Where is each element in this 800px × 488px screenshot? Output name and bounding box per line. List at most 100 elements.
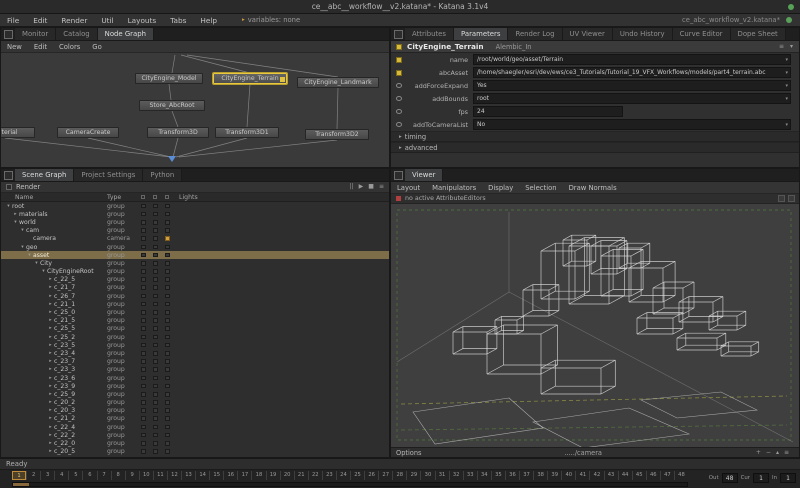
scenegraph-row-c-23-9[interactable]: ▸c_23_9group (1, 382, 389, 390)
row-toggle-icon[interactable] (141, 359, 146, 364)
hamburger-menu-icon[interactable]: ≡ (778, 42, 785, 52)
expander-icon[interactable]: ▾ (26, 253, 33, 258)
row-toggle-icon[interactable] (141, 212, 146, 217)
scenegraph-row-c-23-4[interactable]: ▸c_23_4group (1, 349, 389, 357)
expander-icon[interactable]: ▾ (40, 269, 47, 274)
zoom-out-icon[interactable]: − (765, 448, 772, 458)
node-graph-menu-new[interactable]: New (1, 41, 28, 53)
row-toggle-icon[interactable] (165, 416, 170, 421)
scenegraph-row-c-26-7[interactable]: ▸c_26_7group (1, 292, 389, 300)
frame-tick-25[interactable]: 25 (350, 471, 364, 480)
scenegraph-row-cityengineroot[interactable]: ▾CityEngineRootgroup (1, 268, 389, 276)
param-group-timing[interactable]: ▸timing (391, 131, 799, 142)
frame-tick-24[interactable]: 24 (336, 471, 350, 480)
param-state-icon[interactable] (396, 57, 402, 63)
column-name[interactable]: Name (15, 194, 33, 201)
viewer-menu-display[interactable]: Display (482, 182, 519, 194)
row-toggle-icon[interactable] (153, 359, 158, 364)
frame-tick-35[interactable]: 35 (491, 471, 505, 480)
node-store-abcroot[interactable]: Store_AbcRoot (139, 100, 205, 111)
expander-icon[interactable]: ▸ (47, 384, 54, 389)
viewer-menu-draw-normals[interactable]: Draw Normals (563, 182, 623, 194)
row-toggle-icon[interactable] (141, 343, 146, 348)
row-toggle-icon[interactable] (153, 228, 158, 233)
scenegraph-row-c-21-2[interactable]: ▸c_21_2group (1, 415, 389, 423)
scenegraph-row-c-20-2[interactable]: ▸c_20_2group (1, 399, 389, 407)
frame-tick-26[interactable]: 26 (364, 471, 378, 480)
expander-icon[interactable]: ▸ (47, 343, 54, 348)
tab-curve-editor[interactable]: Curve Editor (673, 28, 731, 40)
frame-tick-39[interactable]: 39 (547, 471, 561, 480)
node-graph-menu-go[interactable]: Go (86, 41, 107, 53)
node-transform3d[interactable]: Transform3D (147, 127, 209, 138)
row-toggle-icon[interactable] (165, 269, 170, 274)
scenegraph-row-city[interactable]: ▾Citygroup (1, 259, 389, 267)
dropdown-arrow-icon[interactable]: ▾ (785, 121, 788, 130)
row-toggle-icon[interactable] (141, 433, 146, 438)
row-toggle-icon[interactable] (153, 392, 158, 397)
tab-parameters[interactable]: Parameters (454, 28, 508, 40)
parameters-panel-menu-icon[interactable] (391, 28, 405, 40)
node-graph-canvas[interactable]: CityEngine_Model CityEngine_Terrain CityEn… (1, 53, 389, 167)
stop-icon[interactable]: ■ (367, 182, 375, 192)
app-menu-render[interactable]: Render (54, 14, 94, 27)
row-toggle-icon[interactable] (165, 376, 170, 381)
scenegraph-row-c-23-5[interactable]: ▸c_23_5group (1, 341, 389, 349)
row-toggle-icon[interactable] (153, 204, 158, 209)
scenegraph-row-c-23-6[interactable]: ▸c_23_6group (1, 374, 389, 382)
row-toggle-icon[interactable] (153, 416, 158, 421)
row-toggle-icon[interactable] (141, 416, 146, 421)
row-toggle-icon[interactable] (153, 277, 158, 282)
viewer-panel-menu-icon[interactable] (391, 169, 405, 181)
scenegraph-row-world[interactable]: ▾worldgroup (1, 218, 389, 226)
param-value-abcasset[interactable]: /home/shaegler/esri/dev/ews/ce3_Tutorial… (473, 67, 791, 78)
frame-tick-47[interactable]: 47 (660, 471, 674, 480)
row-toggle-icon[interactable] (153, 269, 158, 274)
frame-tick-23[interactable]: 23 (322, 471, 336, 480)
row-toggle-icon[interactable] (165, 318, 170, 323)
row-toggle-icon[interactable] (141, 367, 146, 372)
row-toggle-icon[interactable] (165, 285, 170, 290)
frame-tick-30[interactable]: 30 (420, 471, 434, 480)
variables-indicator[interactable]: ▸ variables: none (242, 16, 300, 24)
column-proxy-icon[interactable] (165, 195, 169, 199)
node-material[interactable]: Material (1, 127, 35, 138)
frame-tick-29[interactable]: 29 (406, 471, 420, 480)
row-toggle-icon[interactable] (141, 408, 146, 413)
row-toggle-icon[interactable] (153, 449, 158, 454)
expander-icon[interactable]: ▾ (12, 220, 19, 225)
frame-tick-37[interactable]: 37 (519, 471, 533, 480)
scenegraph-row-cam[interactable]: ▾camgroup (1, 227, 389, 235)
viewer-menu-icon[interactable]: ≡ (783, 448, 790, 458)
row-toggle-icon[interactable] (153, 400, 158, 405)
app-menu-tabs[interactable]: Tabs (163, 14, 193, 27)
param-state-icon[interactable] (396, 96, 402, 101)
pause-icon[interactable]: || (349, 182, 355, 192)
viewer-menu-layout[interactable]: Layout (391, 182, 426, 194)
frame-tick-15[interactable]: 15 (209, 471, 223, 480)
frame-tick-44[interactable]: 44 (618, 471, 632, 480)
row-toggle-icon[interactable] (165, 245, 170, 250)
node-cityengine-model[interactable]: CityEngine_Model (135, 73, 203, 84)
row-toggle-icon[interactable] (141, 425, 146, 430)
scenegraph-row-root[interactable]: ▾rootgroup (1, 202, 389, 210)
row-toggle-icon[interactable] (165, 277, 170, 282)
frame-tick-34[interactable]: 34 (477, 471, 491, 480)
frame-tick-22[interactable]: 22 (308, 471, 322, 480)
frame-ruler[interactable]: 1234567891011121314151617181920212223242… (12, 471, 688, 481)
frame-tick-27[interactable]: 27 (378, 471, 392, 480)
row-toggle-icon[interactable] (141, 302, 146, 307)
frame-tick-9[interactable]: 9 (125, 471, 139, 480)
expander-icon[interactable]: ▸ (47, 441, 54, 446)
row-toggle-icon[interactable] (153, 261, 158, 266)
row-toggle-icon[interactable] (153, 318, 158, 323)
node-cityengine-landmark[interactable]: CityEngine_Landmark (297, 77, 379, 88)
timeline-field-value-out[interactable]: 48 (722, 473, 738, 483)
row-toggle-icon[interactable] (165, 294, 170, 299)
timeline-field-value-cur[interactable]: 1 (753, 473, 769, 483)
node-cityengine-terrain[interactable]: CityEngine_Terrain (213, 73, 287, 84)
row-toggle-icon[interactable] (141, 392, 146, 397)
timeline-track[interactable] (12, 482, 688, 487)
frame-tick-46[interactable]: 46 (646, 471, 660, 480)
expander-icon[interactable]: ▸ (47, 277, 54, 282)
